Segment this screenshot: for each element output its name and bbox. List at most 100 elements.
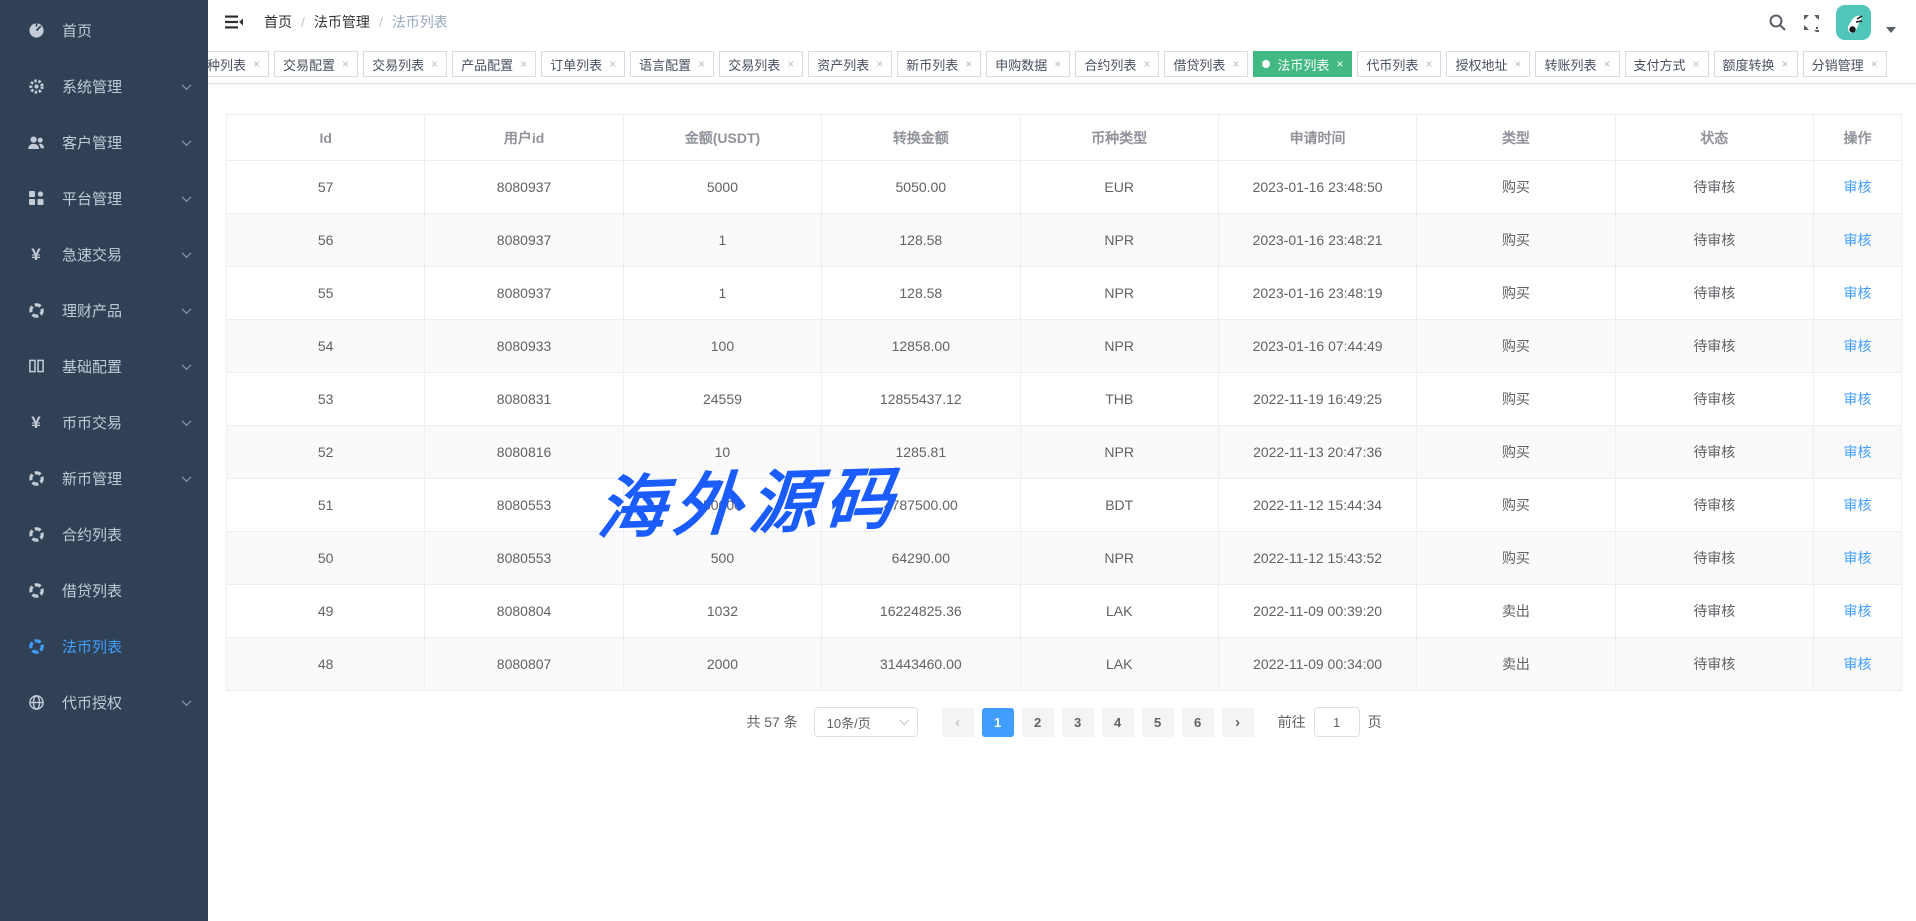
sidebar-item[interactable]: 法币列表 (0, 618, 208, 674)
close-icon[interactable]: × (342, 58, 349, 70)
ring-icon (24, 526, 48, 543)
audit-link[interactable]: 审核 (1844, 338, 1872, 354)
fullscreen-icon[interactable] (1802, 13, 1821, 32)
sidebar-item[interactable]: 系统管理 (0, 58, 208, 114)
close-icon[interactable]: × (876, 58, 883, 70)
table-cell: 2023-01-16 23:48:19 (1218, 267, 1416, 320)
prev-page-button[interactable]: ‹ (942, 708, 974, 737)
audit-link[interactable]: 审核 (1844, 550, 1872, 566)
sidebar-item[interactable]: 平台管理 (0, 170, 208, 226)
sidebar-item[interactable]: ¥急速交易 (0, 226, 208, 282)
tab[interactable]: 授权地址× (1446, 51, 1530, 77)
close-icon[interactable]: × (1514, 58, 1521, 70)
sidebar: 首页系统管理客户管理平台管理¥急速交易理财产品基础配置¥币币交易新币管理合约列表… (0, 0, 208, 921)
breadcrumb-item[interactable]: 法币管理 (314, 12, 370, 32)
tab[interactable]: 额度转换× (1714, 51, 1798, 77)
sidebar-collapse-button[interactable] (224, 13, 244, 31)
tab[interactable]: 合约列表× (1075, 51, 1159, 77)
close-icon[interactable]: × (1054, 58, 1061, 70)
audit-link[interactable]: 审核 (1844, 656, 1872, 672)
close-icon[interactable]: × (1871, 58, 1878, 70)
tab[interactable]: 分销管理× (1803, 51, 1887, 77)
gear-icon (24, 78, 48, 95)
tab[interactable]: 语言配置× (630, 51, 714, 77)
audit-link[interactable]: 审核 (1844, 603, 1872, 619)
table-cell: NPR (1020, 214, 1218, 267)
table-cell: 8080937 (425, 214, 623, 267)
sidebar-item[interactable]: 客户管理 (0, 114, 208, 170)
page-button[interactable]: 5 (1142, 708, 1174, 737)
table-cell: 50000 (623, 479, 821, 532)
audit-link[interactable]: 审核 (1844, 232, 1872, 248)
close-icon[interactable]: × (253, 58, 260, 70)
next-page-button[interactable]: › (1222, 708, 1254, 737)
close-icon[interactable]: × (431, 58, 438, 70)
avatar[interactable] (1836, 5, 1871, 40)
table-cell: 8080831 (425, 373, 623, 426)
page-button-active[interactable]: 1 (982, 708, 1014, 737)
page-size-select[interactable]: 10条/页 (814, 707, 918, 737)
tab[interactable]: 借贷列表× (1164, 51, 1248, 77)
sidebar-item[interactable]: 借贷列表 (0, 562, 208, 618)
table-cell: 10 (623, 426, 821, 479)
audit-link[interactable]: 审核 (1844, 444, 1872, 460)
sidebar-item[interactable]: 基础配置 (0, 338, 208, 394)
tab[interactable]: 交易列表× (719, 51, 803, 77)
sidebar-item[interactable]: ¥币币交易 (0, 394, 208, 450)
close-icon[interactable]: × (1782, 58, 1789, 70)
sidebar-item[interactable]: 理财产品 (0, 282, 208, 338)
caret-down-icon[interactable] (1886, 27, 1896, 33)
table-row: 5580809371128.58NPR2023-01-16 23:48:19购买… (227, 267, 1902, 320)
close-icon[interactable]: × (1143, 58, 1150, 70)
tab[interactable]: 资产列表× (808, 51, 892, 77)
sidebar-item[interactable]: 合约列表 (0, 506, 208, 562)
close-icon[interactable]: × (698, 58, 705, 70)
tab[interactable]: 支付方式× (1625, 51, 1709, 77)
audit-link[interactable]: 审核 (1844, 391, 1872, 407)
sidebar-item-label: 基础配置 (62, 356, 122, 377)
close-icon[interactable]: × (609, 58, 616, 70)
goto-input[interactable] (1314, 707, 1360, 737)
sidebar-item[interactable]: 首页 (0, 2, 208, 58)
table-cell: EUR (1020, 161, 1218, 214)
page-button[interactable]: 6 (1182, 708, 1214, 737)
app-window: 首页系统管理客户管理平台管理¥急速交易理财产品基础配置¥币币交易新币管理合约列表… (0, 0, 1916, 921)
breadcrumb-item[interactable]: 首页 (264, 12, 292, 32)
tab[interactable]: 新币列表× (897, 51, 981, 77)
page-size-value: 10条/页 (827, 713, 871, 732)
tab-active[interactable]: 法币列表× (1253, 51, 1352, 77)
table-cell: 64290.00 (822, 532, 1020, 585)
tab[interactable]: 转账列表 × (1535, 51, 1619, 77)
globe-icon (24, 694, 48, 711)
tab[interactable]: 申购数据× (986, 51, 1070, 77)
table-cell: 待审核 (1615, 161, 1813, 214)
close-icon[interactable]: × (965, 58, 972, 70)
close-icon[interactable]: × (1425, 58, 1432, 70)
page-button[interactable]: 3 (1062, 708, 1094, 737)
close-icon[interactable]: × (1336, 58, 1343, 70)
audit-link[interactable]: 审核 (1844, 179, 1872, 195)
yen-icon: ¥ (24, 414, 48, 431)
tab[interactable]: 交易列表× (363, 51, 447, 77)
breadcrumb: 首页/法币管理/法币列表 (264, 12, 448, 32)
sidebar-item[interactable]: 代币授权 (0, 674, 208, 730)
search-icon[interactable] (1768, 13, 1787, 32)
audit-link[interactable]: 审核 (1844, 497, 1872, 513)
tab-label: 转账列表 (1544, 55, 1596, 74)
tab[interactable]: 交易配置× (274, 51, 358, 77)
close-icon[interactable]: × (1603, 58, 1610, 70)
close-icon[interactable]: × (787, 58, 794, 70)
close-icon[interactable]: × (1693, 58, 1700, 70)
column-header: Id (227, 115, 425, 161)
tab[interactable]: 产品配置× (452, 51, 536, 77)
tab[interactable]: 代币列表× (1357, 51, 1441, 77)
page-button[interactable]: 4 (1102, 708, 1134, 737)
sidebar-item-label: 急速交易 (62, 244, 122, 265)
audit-link[interactable]: 审核 (1844, 285, 1872, 301)
sidebar-item[interactable]: 新币管理 (0, 450, 208, 506)
page-button[interactable]: 2 (1022, 708, 1054, 737)
tab[interactable]: 种列表× (208, 51, 269, 77)
close-icon[interactable]: × (520, 58, 527, 70)
tab[interactable]: 订单列表× (541, 51, 625, 77)
close-icon[interactable]: × (1232, 58, 1239, 70)
